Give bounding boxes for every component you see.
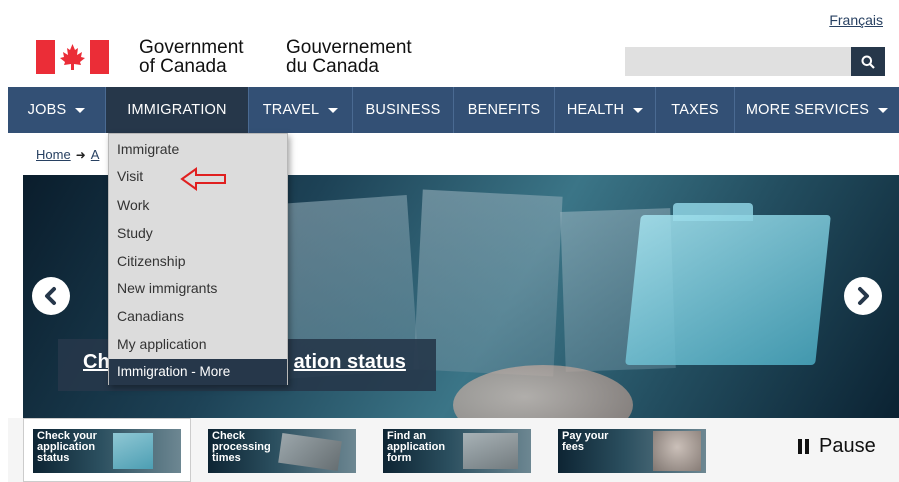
canada-flag-icon[interactable] xyxy=(36,40,109,74)
dropdown-item-visit[interactable]: Visit xyxy=(117,168,143,184)
thumbnail-image xyxy=(113,433,153,469)
thumbnail-label-line: fees xyxy=(562,441,585,453)
menu-benefits[interactable]: BENEFITS xyxy=(454,87,555,133)
breadcrumb-next-link[interactable]: A xyxy=(91,147,100,162)
wordmark-fr-line2: du Canada xyxy=(286,56,379,77)
dropdown-item-immigrate[interactable]: Immigrate xyxy=(117,141,179,157)
search-icon xyxy=(861,55,875,69)
menu-immigration-label: IMMIGRATION xyxy=(127,102,227,118)
dropdown-item-canadians[interactable]: Canadians xyxy=(117,308,184,324)
thumbnail-label: Check your application status xyxy=(37,431,97,464)
carousel-prev-button[interactable] xyxy=(32,277,70,315)
search-input[interactable] xyxy=(625,47,851,76)
menu-jobs[interactable]: JOBS xyxy=(8,87,106,133)
thumbnail-check-application-status[interactable]: Check your application status xyxy=(33,429,181,473)
government-of-canada-wordmark-fr: Gouvernement du Canada xyxy=(286,38,412,76)
menu-benefits-label: BENEFITS xyxy=(467,102,541,118)
thumbnail-label: Pay your fees xyxy=(562,431,608,453)
menu-health-label: HEALTH xyxy=(566,102,625,118)
pause-label: Pause xyxy=(819,435,876,457)
dropdown-item-immigration-more[interactable]: Immigration - More xyxy=(109,359,287,385)
red-arrow-icon xyxy=(180,167,226,191)
thumbnail-image xyxy=(278,432,342,472)
carousel-next-button[interactable] xyxy=(844,277,882,315)
thumbnail-label: Check processing times xyxy=(212,431,271,464)
wordmark-en-line1: Government xyxy=(139,37,244,58)
menu-jobs-label: JOBS xyxy=(27,102,67,118)
carousel-thumbnails: Check your application status Check proc… xyxy=(8,418,899,482)
carousel-pause-button[interactable]: Pause xyxy=(798,435,876,458)
pause-icon xyxy=(798,439,809,454)
menu-health[interactable]: HEALTH xyxy=(555,87,656,133)
main-menu: JOBS IMMIGRATION TRAVEL BUSINESS BENEFIT… xyxy=(8,87,899,133)
caption-text-left: Ch xyxy=(83,351,110,373)
dropdown-item-citizenship[interactable]: Citizenship xyxy=(117,253,185,269)
thumbnail-label: Find an application form xyxy=(387,431,445,464)
menu-taxes[interactable]: TAXES xyxy=(656,87,735,133)
caret-down-icon xyxy=(878,107,889,113)
dropdown-item-new-immigrants[interactable]: New immigrants xyxy=(117,280,217,296)
thumbnail-find-application-form[interactable]: Find an application form xyxy=(383,429,531,473)
wordmark-fr-line1: Gouvernement xyxy=(286,37,412,58)
thumbnail-image xyxy=(463,433,518,469)
caret-down-icon xyxy=(328,107,339,113)
menu-business[interactable]: BUSINESS xyxy=(353,87,454,133)
arrow-right-icon: ➜ xyxy=(75,148,86,162)
thumbnail-check-processing-times[interactable]: Check processing times xyxy=(208,429,356,473)
menu-more-services[interactable]: MORE SERVICES xyxy=(735,87,899,133)
thumbnail-label-line: times xyxy=(212,452,241,464)
thumbnail-image xyxy=(653,431,701,471)
menu-more-services-label: MORE SERVICES xyxy=(745,102,870,118)
caret-down-icon xyxy=(633,107,644,113)
language-toggle-link[interactable]: Français xyxy=(829,12,883,28)
breadcrumb: Home ➜ A xyxy=(36,147,99,162)
dropdown-item-my-application[interactable]: My application xyxy=(117,336,207,352)
thumbnail-label-line: status xyxy=(37,452,70,464)
thumbnail-pay-your-fees[interactable]: Pay your fees xyxy=(558,429,706,473)
hand-image xyxy=(453,365,633,418)
menu-immigration[interactable]: IMMIGRATION xyxy=(106,87,249,133)
caption-text-right: ation status xyxy=(293,351,406,373)
search-button[interactable] xyxy=(851,47,885,76)
wordmark-en-line2: of Canada xyxy=(139,56,227,77)
menu-travel-label: TRAVEL xyxy=(262,102,320,118)
government-of-canada-wordmark-en: Government of Canada xyxy=(139,38,244,76)
chevron-right-icon xyxy=(858,287,869,305)
folder-image xyxy=(625,215,831,365)
dropdown-item-work[interactable]: Work xyxy=(117,197,149,213)
chevron-left-icon xyxy=(45,287,56,305)
dropdown-item-study[interactable]: Study xyxy=(117,225,153,241)
caret-down-icon xyxy=(75,107,86,113)
thumbnail-label-line: form xyxy=(387,452,412,464)
menu-business-label: BUSINESS xyxy=(365,102,441,118)
menu-travel[interactable]: TRAVEL xyxy=(249,87,353,133)
menu-taxes-label: TAXES xyxy=(671,102,719,118)
breadcrumb-home-link[interactable]: Home xyxy=(36,147,71,162)
